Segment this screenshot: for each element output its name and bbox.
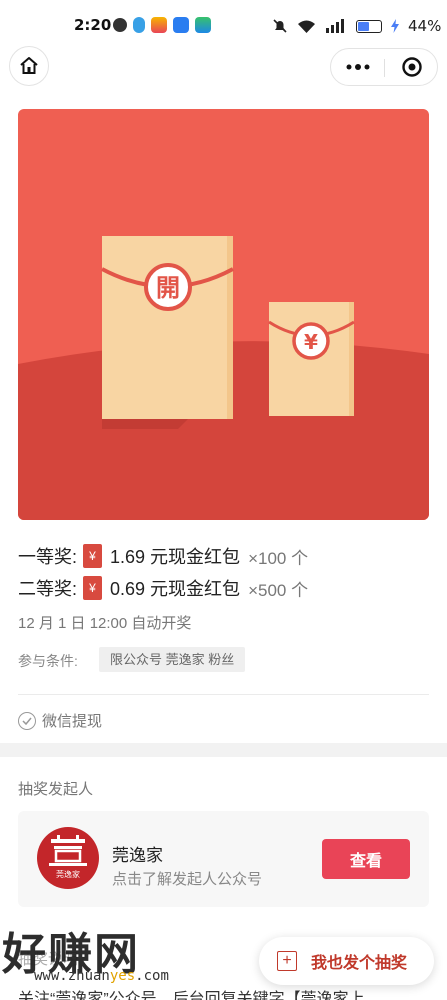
system-icons: 44% (272, 17, 441, 35)
watermark-url-suffix: .com (135, 968, 169, 984)
description-text: 关注“莞逸家”公众号，后台回复关键字【莞逸家上 (18, 991, 365, 1000)
more-dots-icon (346, 64, 370, 70)
watermark-url-highlight: yes (109, 968, 136, 984)
check-circle-icon (18, 711, 36, 730)
status-bar: 2:20 44% (0, 0, 447, 52)
view-button[interactable]: 查看 (322, 839, 410, 879)
battery-icon (356, 19, 382, 33)
big-envelope-edge (227, 236, 233, 419)
watermark-url-prefix: www.zhuan (34, 968, 110, 984)
small-envelope-edge (349, 302, 354, 416)
home-button[interactable] (9, 46, 49, 86)
small-envelope-char: ¥ (304, 330, 318, 354)
initiator-section-title: 抽奖发起人 (18, 781, 94, 798)
prize-tier: 二等奖: (18, 579, 78, 599)
prize-amount: 0.69 元现金红包 (110, 579, 241, 599)
prize-row-first: 一等奖: ¥ 1.69 元现金红包 ×100 个 (18, 543, 308, 569)
create-lottery-label: 我也发个抽奖 (311, 955, 408, 972)
close-button[interactable] (385, 49, 439, 85)
initiator-logo-icon: 莞逸家 (49, 835, 87, 879)
condition-label: 参与条件: (18, 653, 78, 669)
prize-count: ×500 个 (248, 580, 309, 600)
section-gap (0, 743, 447, 757)
withdraw-method: 微信提现 (18, 710, 102, 731)
app-icon (173, 17, 189, 33)
prize-count: ×100 个 (248, 548, 309, 568)
miniprogram-capsule (330, 48, 438, 86)
svg-text:莞逸家: 莞逸家 (56, 869, 80, 879)
wechat-icon (113, 18, 127, 32)
home-icon (20, 57, 38, 74)
notification-icons (113, 17, 211, 33)
app-icon (195, 17, 211, 33)
red-envelope-icon: ¥ (83, 576, 103, 600)
create-lottery-button[interactable]: + 我也发个抽奖 (259, 937, 434, 985)
hero-illustration: 開 ¥ (18, 109, 429, 520)
prize-tier: 一等奖: (18, 547, 78, 567)
battery-level (358, 21, 369, 31)
initiator-avatar: 莞逸家 (37, 827, 99, 889)
qq-icon (133, 17, 145, 33)
prize-amount: 1.69 元现金红包 (110, 547, 241, 567)
mute-bell-icon (273, 19, 287, 33)
divider (18, 694, 429, 695)
more-button[interactable] (331, 49, 385, 85)
charging-icon (391, 19, 399, 33)
initiator-card[interactable]: 莞逸家 莞逸家 点击了解发起人公众号 查看 (18, 811, 429, 907)
draw-time: 12 月 1 日 12:00 自动开奖 (18, 615, 192, 632)
initiator-description: 点击了解发起人公众号 (112, 871, 263, 888)
battery-percent: 44% (408, 17, 442, 35)
status-time: 2:20 (74, 16, 112, 34)
app-icon (151, 17, 167, 33)
condition-chip: 限公众号 莞逸家 粉丝 (99, 647, 246, 672)
initiator-name: 莞逸家 (112, 846, 163, 865)
withdraw-label: 微信提现 (42, 713, 103, 730)
prize-row-second: 二等奖: ¥ 0.69 元现金红包 ×500 个 (18, 575, 308, 601)
red-envelope-icon: ¥ (83, 544, 103, 568)
big-envelope-char: 開 (156, 273, 180, 302)
plus-icon: + (277, 951, 297, 971)
red-envelope-illustration: 開 ¥ (18, 236, 429, 520)
watermark-url: www.zhuanyes.com (34, 968, 169, 984)
signal-icon (326, 18, 344, 33)
wifi-icon (298, 20, 315, 33)
close-target-icon (402, 57, 422, 77)
